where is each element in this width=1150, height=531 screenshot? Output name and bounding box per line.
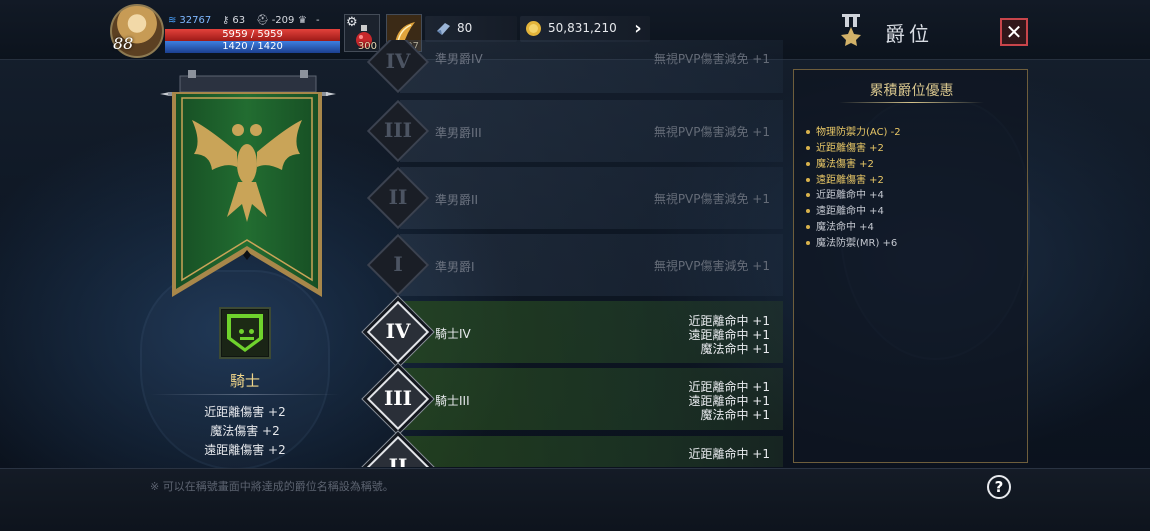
trophy-value: - [315,15,320,26]
current-rank-bonus: 遠距離傷害 +2 [204,443,286,457]
rank-numeral: III [383,386,413,410]
rank-row[interactable]: III 騎士III 近距離命中 +1 遠距離命中 +1 魔法命中 +1 [360,367,785,431]
rank-row[interactable]: II 近距離命中 +1 [360,435,785,467]
gem-icon [437,23,450,35]
rank-list[interactable]: IV 準男爵IV 無視PVP傷害減免 +1 III 準男爵III 無視PVP傷害… [360,40,785,467]
rank-row[interactable]: III 準男爵III 無視PVP傷害減免 +1 [360,99,785,163]
rank-row[interactable]: IV 準男爵IV 無視PVP傷害減免 +1 [360,40,785,94]
rank-bonus: 魔法命中 +1 [700,408,770,422]
rank-bonus: 遠距離命中 +1 [688,394,770,408]
rank-numeral: II [388,185,408,209]
helmet-value: -209 [271,15,295,26]
cumulative-item: 遠距離傷害 +2 [806,171,884,186]
helmet-stat: ⛑ -209 [256,15,294,26]
rank-numeral: III [383,118,413,142]
divider [150,394,340,395]
player-level: 88 [113,34,134,53]
cumulative-item: 魔法傷害 +2 [806,155,874,170]
rank-numeral: IV [385,49,411,73]
cumulative-title: 累積爵位優惠 [869,83,954,99]
rank-bonus: 無視PVP傷害減免 +1 [653,192,770,206]
key-stat: ⚷ 63 [222,15,245,26]
current-rank-bonus: 近距離傷害 +2 [204,405,286,419]
current-rank-name: 騎士 [229,372,260,390]
knight-banner [172,92,322,297]
cumulative-item: 遠距離命中 +4 [806,202,884,217]
rank-bonus: 近距離命中 +1 [688,314,770,328]
close-icon: ✕ [1005,20,1023,44]
knight-badge-icon [219,307,271,359]
power-stat: ≋ 32767 [168,15,211,26]
power-value: 32767 [179,15,212,26]
rank-bonus: 無視PVP傷害減免 +1 [653,125,770,139]
rank-name: 準男爵II [435,193,479,207]
rank-name: 騎士III [435,394,470,408]
rank-row[interactable]: II 準男爵II 無視PVP傷害減免 +1 [360,166,785,230]
rank-numeral: II [388,454,408,467]
rank-row[interactable]: IV 騎士IV 近距離命中 +1 遠距離命中 +1 魔法命中 +1 [360,300,785,364]
rank-bonus: 魔法命中 +1 [700,342,770,356]
mp-bar: 1420 / 1420 [165,41,340,53]
help-icon: ? [994,478,1004,496]
title-medal-icon [841,14,861,46]
rank-name: 準男爵III [435,126,482,140]
cumulative-item: 魔法命中 +4 [806,218,874,233]
rank-bonus: 遠距離命中 +1 [688,328,770,342]
hp-bar: 5959 / 5959 [165,29,340,41]
page-title: 爵位 [885,22,933,46]
gold-coin-icon [526,21,541,36]
rank-name: 騎士IV [435,327,471,341]
rank-bonus: 無視PVP傷害減免 +1 [653,52,770,66]
rank-name: 準男爵IV [435,52,483,66]
gold-amount: 50,831,210 [548,21,617,35]
help-button[interactable]: ? [987,475,1011,499]
title-divider [839,102,984,103]
currency-expand-button[interactable]: › [627,16,649,42]
footer-note: ※ 可以在稱號畫面中將達成的爵位名稱設為稱號。 [150,480,394,493]
cumulative-item: 魔法防禦(MR) +6 [806,234,897,249]
helmet-icon: ⛑ [256,15,269,26]
cumulative-item: 近距離命中 +4 [806,186,884,201]
key-icon: ⚷ [222,15,230,26]
trophy-stat: ♛ - [298,15,320,26]
rank-numeral: IV [385,319,411,343]
rank-name: 準男爵I [435,260,475,274]
rank-numeral: I [393,252,403,276]
gem-amount: 80 [457,21,473,35]
rank-row[interactable]: I 準男爵I 無視PVP傷害減免 +1 [360,233,785,297]
cumulative-item: 物理防禦力(AC) -2 [806,123,901,138]
power-icon: ≋ [168,15,177,26]
key-value: 63 [232,15,246,26]
current-rank-bonus: 魔法傷害 +2 [210,424,280,438]
rank-bonus: 近距離命中 +1 [688,447,770,461]
close-button[interactable]: ✕ [1000,18,1028,46]
trophy-icon: ♛ [298,15,307,26]
rank-bonus: 近距離命中 +1 [688,380,770,394]
rank-bonus: 無視PVP傷害減免 +1 [653,259,770,273]
cumulative-bonus-panel: 累積爵位優惠 物理防禦力(AC) -2 近距離傷害 +2 魔法傷害 +2 遠距離… [793,69,1028,463]
cumulative-item: 近距離傷害 +2 [806,139,884,154]
